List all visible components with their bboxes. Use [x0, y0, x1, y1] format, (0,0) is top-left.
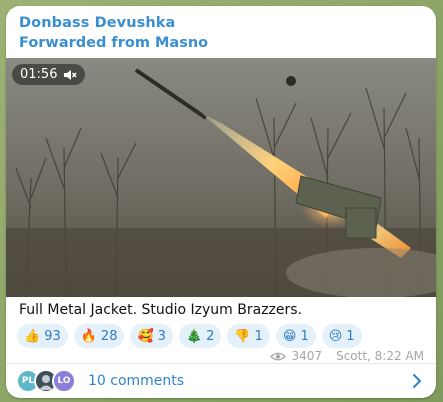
- reaction-fire[interactable]: 🔥 28: [73, 324, 125, 348]
- reaction-grin[interactable]: 😁 1: [275, 324, 316, 348]
- reaction-thumbs-down[interactable]: 👎 1: [227, 324, 270, 348]
- reaction-christmas-tree[interactable]: 🎄 2: [178, 324, 222, 348]
- mute-icon[interactable]: [63, 69, 77, 81]
- thumbs-up-icon: 👍: [24, 328, 41, 344]
- reaction-count: 1: [346, 328, 355, 344]
- video-duration: 01:56: [20, 67, 58, 82]
- reaction-smiling-hearts[interactable]: 🥰 3: [130, 324, 173, 348]
- fire-icon: 🔥: [80, 328, 97, 344]
- comments-button[interactable]: PL LO 10 comments: [6, 364, 436, 398]
- signature-time: Scott, 8:22 AM: [336, 349, 424, 363]
- video-player[interactable]: 01:56: [6, 58, 436, 297]
- video-duration-badge[interactable]: 01:56: [12, 64, 86, 85]
- commenter-avatars: PL LO: [16, 369, 76, 393]
- view-count: 3407: [291, 349, 323, 363]
- reaction-count: 1: [254, 328, 263, 344]
- smiling-hearts-icon: 🥰: [137, 328, 154, 344]
- eye-icon: [269, 352, 286, 360]
- reaction-count: 1: [300, 328, 309, 344]
- video-frame: [6, 58, 436, 297]
- reaction-count: 93: [44, 328, 61, 344]
- reaction-count: 3: [157, 328, 166, 344]
- reaction-crying[interactable]: 😢 1: [321, 324, 362, 348]
- forwarded-from-link[interactable]: Forwarded from Masno: [19, 35, 208, 51]
- reaction-count: 2: [206, 328, 215, 344]
- reaction-thumbs-up[interactable]: 👍 93: [17, 324, 68, 348]
- message-meta: 3407 Scott, 8:22 AM: [269, 349, 424, 363]
- chevron-right-icon[interactable]: [412, 373, 422, 389]
- reaction-count: 28: [100, 328, 118, 344]
- message-bubble[interactable]: Donbass Devushka Forwarded from Masno 01…: [6, 6, 436, 398]
- message-caption: Full Metal Jacket. Studio Izyum Brazzers…: [19, 302, 303, 318]
- author-name[interactable]: Donbass Devushka: [19, 15, 175, 31]
- thumbs-down-icon: 👎: [234, 328, 251, 344]
- comments-label[interactable]: 10 comments: [88, 373, 184, 389]
- christmas-tree-icon: 🎄: [185, 328, 203, 344]
- grin-icon: 😁: [282, 328, 297, 344]
- reactions-bar: 👍 93 🔥 28 🥰 3 🎄 2 👎 1 😁 1 😢 1: [17, 324, 362, 348]
- crying-icon: 😢: [328, 328, 343, 344]
- avatar: LO: [52, 369, 76, 393]
